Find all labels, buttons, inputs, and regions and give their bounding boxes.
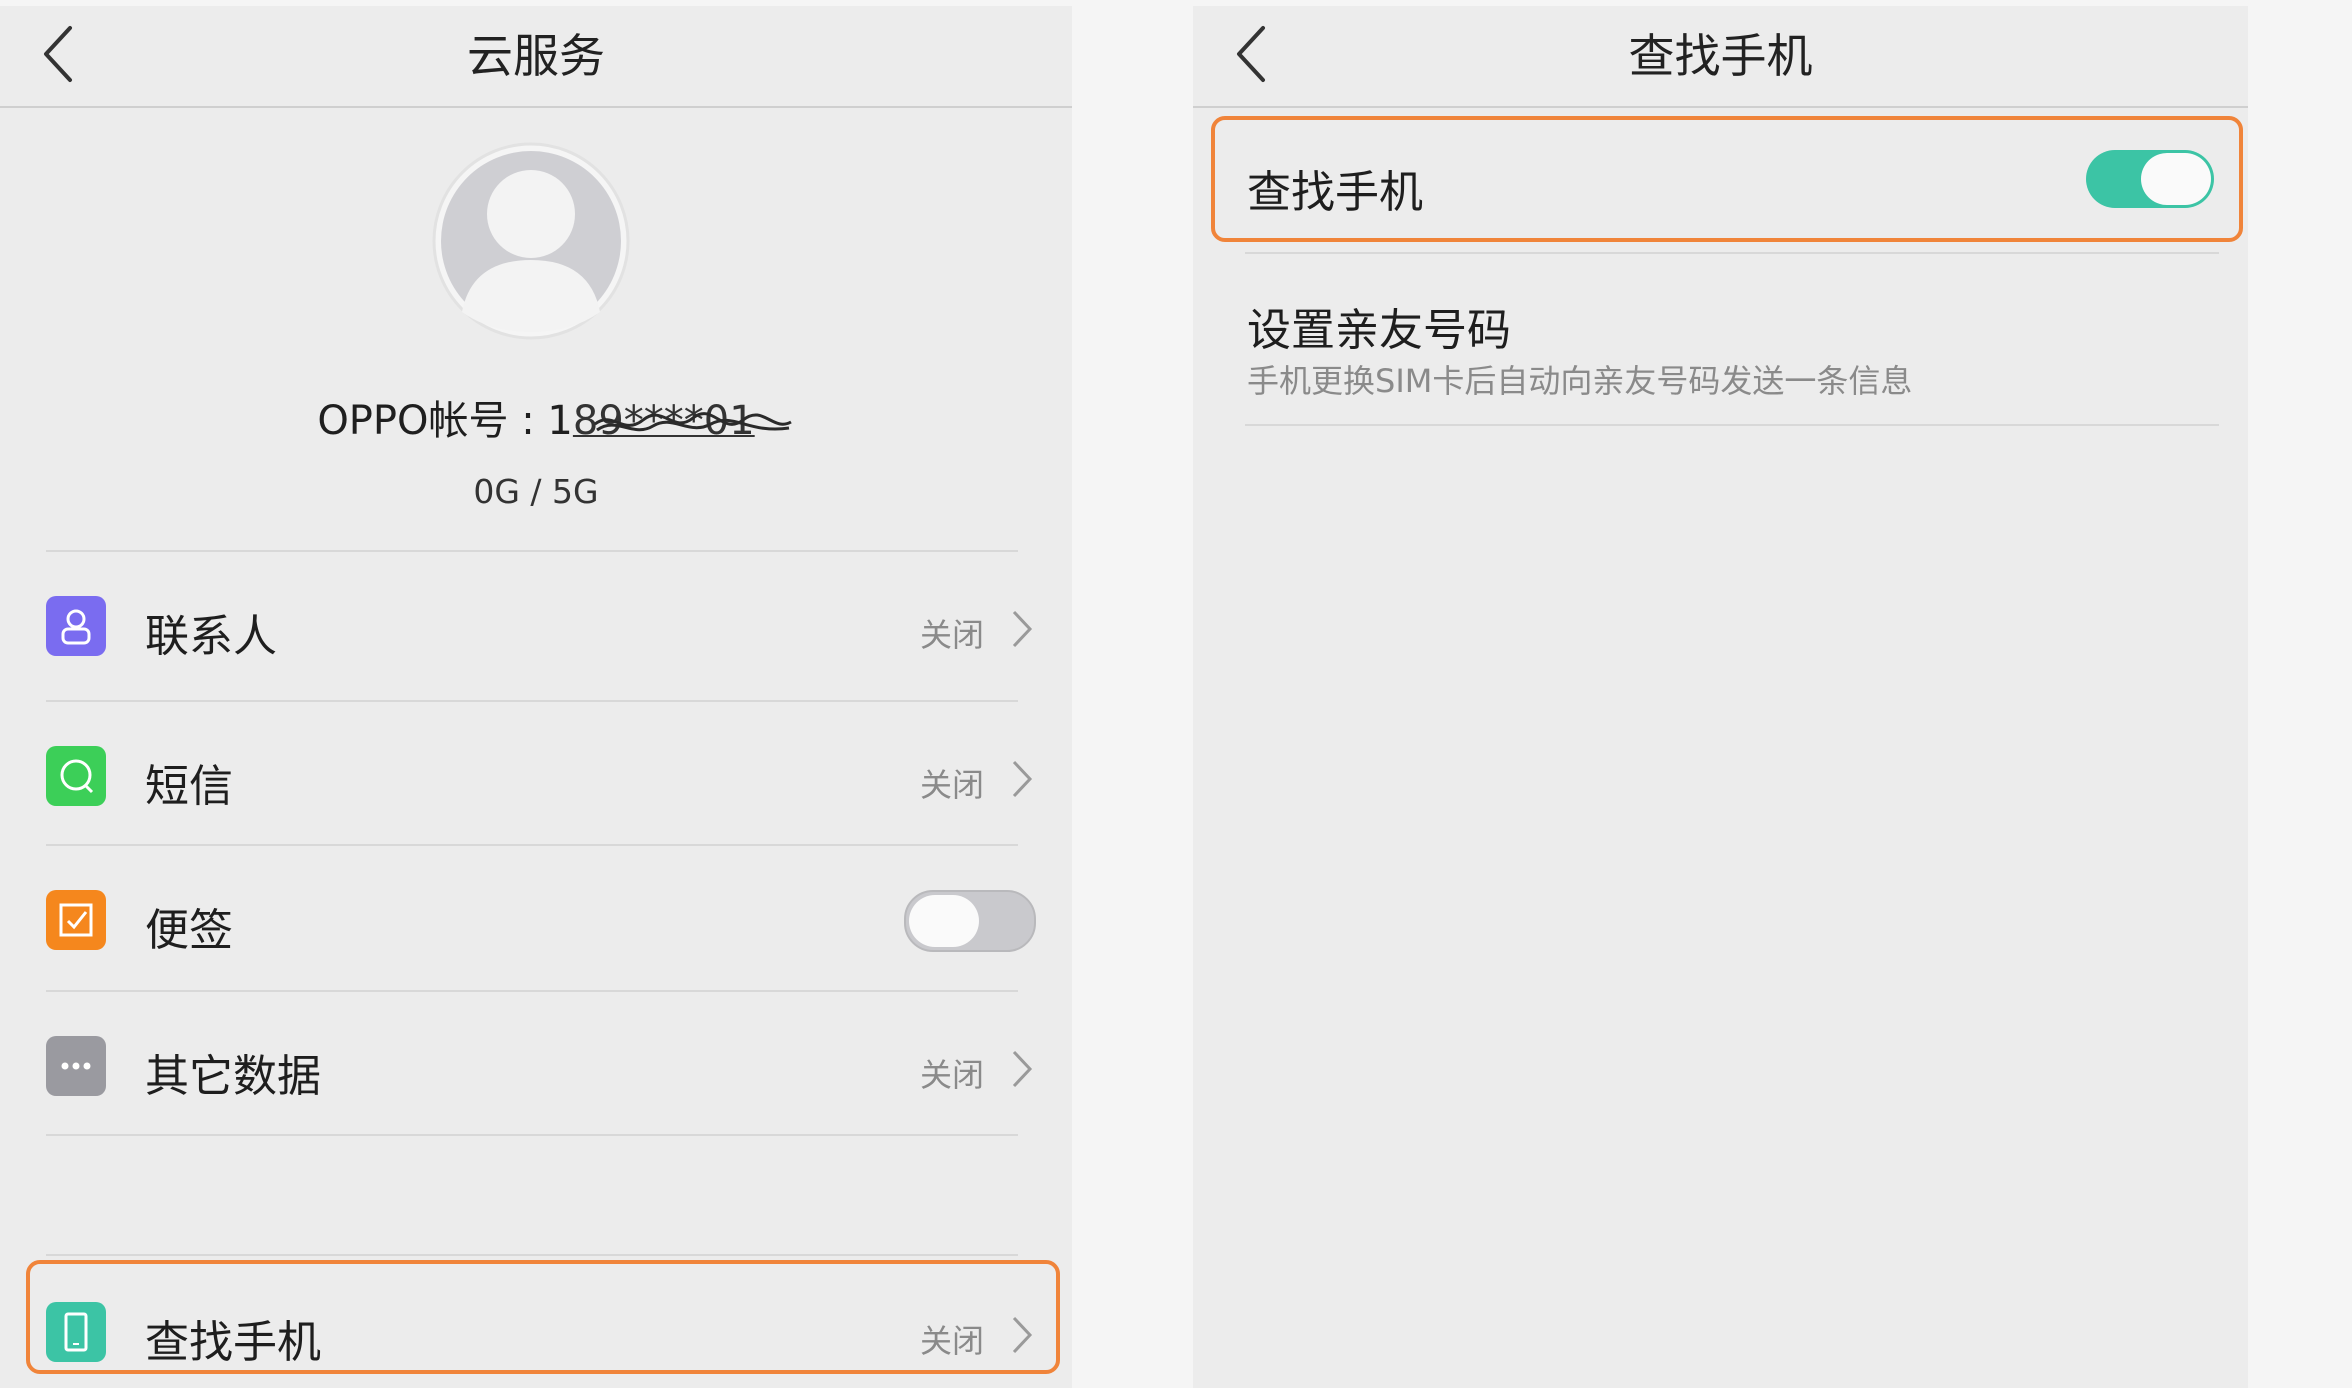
list-item-contacts[interactable]: 联系人 关闭 bbox=[30, 556, 1036, 696]
divider bbox=[46, 844, 1018, 846]
other-data-label: 其它数据 bbox=[145, 1051, 321, 1102]
divider bbox=[46, 700, 1018, 702]
user-avatar-icon bbox=[432, 142, 630, 340]
page-title: 云服务 bbox=[467, 29, 605, 83]
divider bbox=[46, 550, 1018, 552]
find-phone-label: 查找手机 bbox=[145, 1317, 321, 1368]
toggle-knob bbox=[2141, 153, 2211, 205]
chevron-right-icon bbox=[1012, 610, 1033, 648]
find-phone-screen: 查找手机 查找手机 设置亲友号码 手机更换SIM卡后自动向亲友号码发送一条信息 bbox=[1193, 6, 2248, 1388]
notes-icon bbox=[46, 890, 106, 950]
toggle-knob bbox=[909, 895, 979, 947]
scribble-redaction bbox=[593, 412, 792, 432]
find-phone-toggle[interactable] bbox=[2086, 150, 2214, 208]
find-phone-status: 关闭 bbox=[919, 1322, 984, 1360]
phone-icon bbox=[46, 1302, 106, 1362]
page-title: 查找手机 bbox=[1628, 29, 1813, 83]
list-item-notes[interactable]: 便签 bbox=[30, 850, 1036, 990]
storage-usage: 0G / 5G bbox=[473, 472, 599, 511]
list-item-messages[interactable]: 短信 关闭 bbox=[30, 706, 1036, 846]
family-numbers-label: 设置亲友号码 bbox=[1247, 305, 1511, 356]
find-phone-setting-label: 查找手机 bbox=[1247, 167, 1423, 218]
account-line: OPPO帐号 : 189****01 bbox=[0, 388, 1072, 446]
messages-label: 短信 bbox=[145, 761, 233, 812]
chevron-right-icon bbox=[1012, 1050, 1033, 1088]
contacts-status: 关闭 bbox=[919, 616, 984, 654]
other-data-status: 关闭 bbox=[919, 1056, 984, 1094]
notes-label: 便签 bbox=[145, 905, 233, 956]
divider bbox=[46, 1254, 1018, 1256]
message-icon bbox=[46, 746, 106, 806]
header: 云服务 bbox=[0, 6, 1072, 108]
notes-toggle[interactable] bbox=[904, 890, 1036, 952]
divider bbox=[1245, 424, 2219, 426]
divider bbox=[46, 1134, 1018, 1136]
list-item-find-phone[interactable]: 查找手机 关闭 bbox=[30, 1262, 1036, 1388]
cloud-service-screen: 云服务 OPPO帐号 : 189****01 0G / 5G 联系人 关闭 短信… bbox=[0, 6, 1072, 1388]
list-item-other-data[interactable]: 其它数据 关闭 bbox=[30, 996, 1036, 1136]
account-number-masked: 89****01 bbox=[573, 398, 792, 444]
more-icon bbox=[46, 1036, 106, 1096]
avatar[interactable] bbox=[432, 142, 630, 340]
family-numbers-description: 手机更换SIM卡后自动向亲友号码发送一条信息 bbox=[1247, 362, 1913, 400]
chevron-right-icon bbox=[1012, 760, 1033, 798]
divider bbox=[1245, 252, 2219, 254]
contacts-icon bbox=[46, 596, 106, 656]
contacts-label: 联系人 bbox=[145, 611, 277, 662]
chevron-right-icon bbox=[1012, 1316, 1033, 1354]
account-prefix: OPPO帐号 : 1 bbox=[317, 398, 573, 444]
header: 查找手机 bbox=[1193, 6, 2248, 108]
divider bbox=[46, 990, 1018, 992]
messages-status: 关闭 bbox=[919, 766, 984, 804]
list-item-family-numbers[interactable]: 设置亲友号码 手机更换SIM卡后自动向亲友号码发送一条信息 bbox=[1193, 256, 2248, 426]
